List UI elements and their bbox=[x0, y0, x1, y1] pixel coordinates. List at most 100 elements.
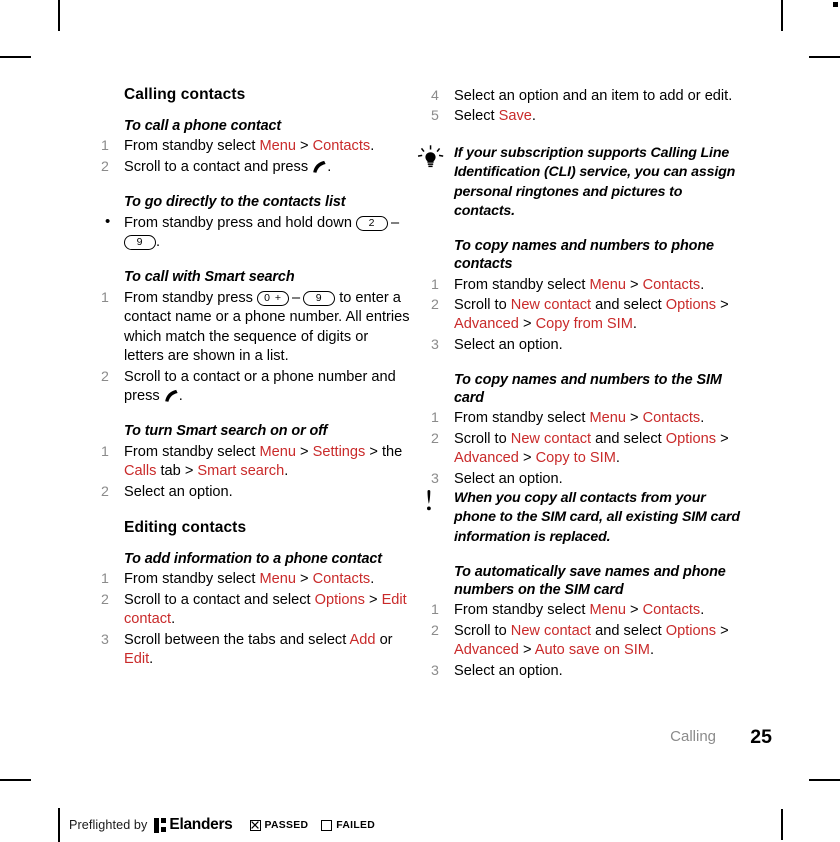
numbered-step: 1 From standby select Menu > Contacts. bbox=[100, 137, 410, 156]
ui-reference: Advanced bbox=[454, 316, 519, 333]
preflight-prefix: Preflighted by bbox=[69, 818, 148, 832]
page-number: 25 bbox=[750, 726, 772, 748]
bullet-marker: • bbox=[105, 212, 111, 230]
step-list: 4 Select an option and an item to add or … bbox=[430, 87, 740, 127]
exclamation-icon bbox=[416, 489, 448, 516]
call-key-icon bbox=[164, 389, 179, 402]
step-text: From standby select Menu > Settings > th… bbox=[124, 443, 403, 480]
step-number: 4 bbox=[431, 88, 439, 104]
ui-reference: Menu bbox=[259, 138, 296, 155]
call-key-icon bbox=[312, 160, 327, 173]
preflight-stamp: Preflighted by Elanders PASSED FAILED bbox=[58, 808, 388, 842]
procedure-heading: To call a phone contact bbox=[124, 117, 282, 134]
procedure-heading: To turn Smart search on or off bbox=[124, 423, 328, 440]
failed-checkbox-icon bbox=[321, 819, 333, 831]
numbered-step: 1 From standby select Menu > Contacts. bbox=[100, 570, 410, 589]
ui-reference: New contact bbox=[510, 296, 592, 313]
procedure-block: To add information to a phone contact 1 Fr… bbox=[100, 551, 410, 670]
keypad-key-9-icon: 9 bbox=[124, 234, 156, 250]
step-text: Select an option. bbox=[454, 662, 563, 679]
step-number: 1 bbox=[101, 289, 109, 306]
elanders-mark-icon bbox=[154, 817, 167, 833]
preflight-divider bbox=[58, 808, 60, 842]
ui-reference: Smart search bbox=[197, 463, 285, 480]
ui-reference: Contacts bbox=[312, 571, 371, 588]
procedure-heading: To go directly to the contacts list bbox=[124, 193, 346, 210]
step-text: Scroll to a contact and select Options >… bbox=[124, 591, 407, 628]
numbered-step: 2 Scroll to a contact and select Options … bbox=[100, 591, 410, 630]
continued-procedure-block: 4 Select an option and an item to add or … bbox=[430, 87, 740, 127]
step-text: From standby press 0 + –9 to enter a cont… bbox=[124, 289, 410, 365]
numbered-step: 2 Scroll to New contact and select Option… bbox=[430, 296, 740, 335]
step-list: 1 From standby select Menu > Contacts. 2 Sc… bbox=[430, 276, 740, 356]
step-text: Scroll to a contact and press . bbox=[124, 158, 332, 175]
step-text: Select an option. bbox=[454, 470, 563, 487]
page-footer: Calling 25 bbox=[560, 726, 772, 754]
step-list: 1 From standby select Menu > Contacts. 2 Sc… bbox=[430, 409, 740, 489]
step-list: 1 From standby select Menu > Contacts. 2 Sc… bbox=[100, 137, 410, 177]
ui-reference: Options bbox=[314, 591, 365, 608]
ui-reference: Edit bbox=[124, 650, 150, 667]
manual-page: Calling contacts To call a phone contact… bbox=[0, 0, 840, 842]
numbered-step: 1 From standby select Menu > Contacts. bbox=[430, 276, 740, 295]
step-list: 1 From standby press 0 + –9 to enter a con… bbox=[100, 289, 410, 406]
numbered-step: 5 Select Save. bbox=[430, 107, 740, 126]
step-text: Scroll between the tabs and select Add o… bbox=[124, 631, 393, 667]
passed-label: PASSED bbox=[264, 819, 309, 831]
right-column: 4 Select an option and an item to add or … bbox=[417, 86, 740, 681]
step-text: Select an option. bbox=[124, 483, 233, 500]
bullet-step: • From standby press and hold down 2 –9. bbox=[100, 212, 410, 253]
numbered-step: 1 From standby select Menu > Contacts. bbox=[430, 601, 740, 620]
right-column-blocks: To copy names and numbers to phone conta… bbox=[430, 238, 740, 489]
range-dash: – bbox=[391, 214, 400, 231]
procedure-heading: To add information to a phone contact bbox=[124, 550, 382, 567]
step-number: 1 bbox=[431, 410, 439, 427]
step-number: 2 bbox=[101, 158, 109, 175]
ui-reference: Menu bbox=[589, 276, 626, 293]
numbered-step: 2 Scroll to a contact and press . bbox=[100, 158, 410, 177]
procedure-block: To copy names and numbers to phone conta… bbox=[430, 238, 740, 355]
step-text: Select an option and an item to add or e… bbox=[454, 88, 733, 104]
ui-reference: Copy to SIM bbox=[535, 450, 616, 467]
keypad-key-9-icon: 9 bbox=[303, 290, 336, 306]
warning-note-text: When you copy all contacts from your pho… bbox=[454, 489, 740, 545]
step-text: Select an option. bbox=[454, 336, 563, 353]
warning-note: When you copy all contacts from your pho… bbox=[427, 489, 740, 547]
step-list: 1 From standby select Menu > Settings > t… bbox=[100, 443, 410, 502]
left-column-blocks: To call a phone contact 1 From standby sel… bbox=[100, 118, 410, 503]
numbered-step: 2 Scroll to New contact and select Option… bbox=[430, 430, 740, 469]
ui-reference: Menu bbox=[589, 410, 626, 427]
step-number: 2 bbox=[101, 591, 109, 608]
ui-reference: Menu bbox=[589, 602, 626, 619]
ui-reference: Save bbox=[498, 108, 532, 125]
ui-reference: Options bbox=[665, 622, 717, 639]
ui-reference: New contact bbox=[510, 430, 592, 447]
ui-reference: New contact bbox=[510, 622, 592, 639]
step-text: Scroll to a contact or a phone number an… bbox=[124, 368, 396, 404]
step-number: 5 bbox=[431, 108, 439, 125]
numbered-step: 3 Select an option. bbox=[430, 470, 740, 489]
numbered-step: 1 From standby select Menu > Contacts. bbox=[430, 409, 740, 428]
ui-reference: Edit contact bbox=[124, 591, 407, 628]
step-number: 2 bbox=[431, 430, 439, 447]
tip-note: If your subscription supports Calling Li… bbox=[417, 144, 740, 222]
step-list: • From standby press and hold down 2 –9. bbox=[100, 212, 410, 253]
lightbulb-icon bbox=[416, 145, 448, 171]
numbered-step: 1 From standby select Menu > Settings > t… bbox=[100, 443, 410, 482]
ui-reference: Contacts bbox=[642, 410, 701, 427]
step-number: 2 bbox=[431, 296, 439, 313]
procedure-block: To call with Smart search 1 From standby p… bbox=[100, 269, 410, 406]
step-text: From standby press and hold down 2 –9. bbox=[124, 215, 402, 250]
left-column: Calling contacts To call a phone contact… bbox=[100, 86, 410, 669]
ui-reference: Contacts bbox=[642, 276, 701, 293]
ui-reference: Contacts bbox=[642, 602, 701, 619]
ui-reference: Options bbox=[665, 296, 717, 313]
failed-label: FAILED bbox=[336, 819, 376, 831]
section-title-calling-contacts: Calling contacts bbox=[124, 86, 246, 103]
passed-checkbox-icon bbox=[249, 819, 261, 831]
step-number: 1 bbox=[101, 443, 109, 460]
elanders-wordmark: Elanders bbox=[169, 816, 233, 833]
left-column-blocks-2: To add information to a phone contact 1 Fr… bbox=[100, 551, 410, 670]
footer-chapter-name: Calling bbox=[670, 728, 716, 745]
step-number: 1 bbox=[101, 138, 109, 155]
